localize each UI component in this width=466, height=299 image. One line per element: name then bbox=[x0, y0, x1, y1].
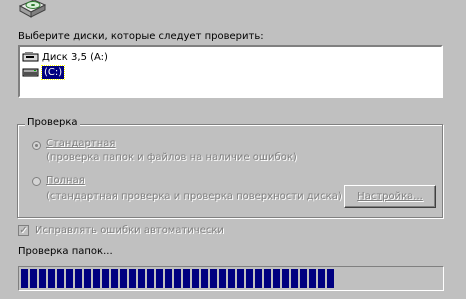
settings-button[interactable]: Настройка... bbox=[344, 185, 436, 208]
progress-block bbox=[111, 269, 118, 288]
hard-drive-icon bbox=[22, 68, 39, 77]
drive-item-a[interactable]: Диск 3,5 (A:) bbox=[22, 50, 108, 64]
radio-full-label: Полная bbox=[46, 175, 85, 186]
auto-fix-label: Исправлять ошибки автоматически bbox=[35, 225, 224, 236]
progress-block bbox=[309, 269, 316, 288]
radio-standard[interactable] bbox=[32, 141, 41, 150]
progress-block bbox=[210, 269, 217, 288]
progress-block bbox=[57, 269, 64, 288]
progress-block bbox=[165, 269, 172, 288]
progress-block bbox=[30, 269, 37, 288]
progress-block bbox=[183, 269, 190, 288]
drive-label-selected: (C:) bbox=[40, 64, 66, 80]
progress-block bbox=[66, 269, 73, 288]
auto-fix-checkbox[interactable]: ✓ bbox=[18, 225, 29, 236]
progress-block bbox=[129, 269, 136, 288]
progress-block bbox=[75, 269, 82, 288]
drive-select-prompt: Выберите диски, которые следует проверит… bbox=[18, 31, 264, 42]
progress-block bbox=[282, 269, 289, 288]
progress-block bbox=[138, 269, 145, 288]
disk-check-icon bbox=[18, 0, 46, 18]
progress-block bbox=[147, 269, 154, 288]
progress-block bbox=[264, 269, 271, 288]
progress-block bbox=[48, 269, 55, 288]
progress-block bbox=[174, 269, 181, 288]
radio-standard-description: (проверка папок и файлов на наличие ошиб… bbox=[46, 152, 297, 163]
progress-block bbox=[237, 269, 244, 288]
floppy-drive-icon bbox=[22, 52, 39, 62]
progress-block bbox=[192, 269, 199, 288]
progress-block bbox=[291, 269, 298, 288]
check-type-title: Проверка bbox=[25, 117, 80, 128]
radio-full-description: (стандартная проверка и проверка поверхн… bbox=[46, 191, 342, 202]
progress-block bbox=[318, 269, 325, 288]
progress-block bbox=[201, 269, 208, 288]
status-text: Проверка папок... bbox=[18, 246, 113, 257]
progress-block bbox=[102, 269, 109, 288]
drive-label: Диск 3,5 (A:) bbox=[42, 51, 108, 63]
progress-block bbox=[120, 269, 127, 288]
progress-bar bbox=[18, 266, 444, 291]
radio-full[interactable] bbox=[32, 177, 41, 186]
progress-block bbox=[327, 269, 334, 288]
progress-block bbox=[156, 269, 163, 288]
progress-block bbox=[255, 269, 262, 288]
radio-standard-label: Стандартная bbox=[46, 138, 116, 149]
progress-block bbox=[273, 269, 280, 288]
drive-item-c[interactable]: (C:) bbox=[22, 64, 66, 80]
drive-list[interactable]: Диск 3,5 (A:) (C:) bbox=[18, 45, 443, 98]
progress-block bbox=[228, 269, 235, 288]
progress-block bbox=[84, 269, 91, 288]
progress-fill bbox=[21, 269, 334, 288]
progress-block bbox=[39, 269, 46, 288]
progress-block bbox=[246, 269, 253, 288]
progress-block bbox=[219, 269, 226, 288]
progress-block bbox=[300, 269, 307, 288]
progress-block bbox=[93, 269, 100, 288]
settings-button-label: Настройка... bbox=[357, 191, 423, 202]
progress-block bbox=[21, 269, 28, 288]
